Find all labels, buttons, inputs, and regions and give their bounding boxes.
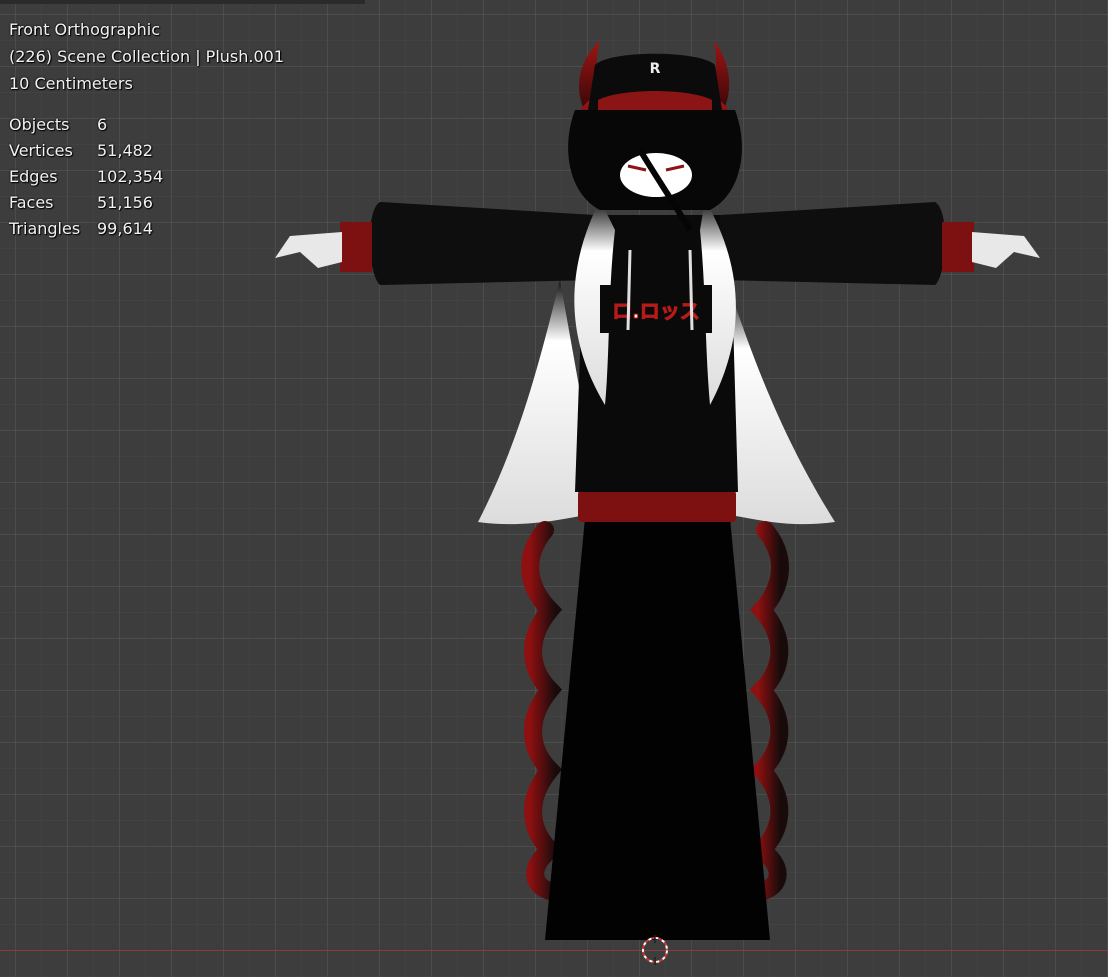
scale-label: 10 Centimeters — [9, 74, 133, 93]
cuff-right — [942, 222, 974, 272]
hand-left — [275, 232, 342, 268]
collection-label: (226) Scene Collection | Plush.001 — [9, 47, 285, 66]
cuff-left — [340, 222, 372, 272]
drawstring-left — [626, 249, 632, 331]
hand-right — [972, 232, 1040, 268]
stat-label-vertices: Vertices — [9, 141, 73, 160]
skirt — [545, 518, 770, 940]
stat-label-faces: Faces — [9, 193, 54, 212]
3d-viewport[interactable]: ロ.ロッス R Front Orthographic (226) Scene C… — [0, 0, 1108, 977]
stat-label-edges: Edges — [9, 167, 58, 186]
3d-cursor-icon[interactable] — [640, 935, 670, 965]
stat-label-triangles: Triangles — [9, 219, 81, 238]
stat-value-objects: 6 — [97, 115, 108, 134]
sleeve-left — [369, 202, 595, 285]
braid-left — [521, 521, 564, 901]
viewport-overlay: Front Orthographic (226) Scene Collectio… — [9, 16, 284, 242]
waistband — [578, 490, 736, 522]
drawstring-right — [688, 249, 694, 331]
hoodie-print: ロ.ロッス — [600, 285, 712, 333]
stat-value-faces: 51,156 — [97, 193, 153, 212]
cap-logo-text: R — [650, 61, 661, 77]
scene-statistics: Objects 6 Vertices 51,482 Edges 102,354 … — [9, 112, 284, 242]
stat-label-objects: Objects — [9, 115, 70, 134]
hoodie-print-text: ロ.ロッス — [612, 299, 700, 323]
hair-back — [478, 280, 585, 525]
braid-right — [748, 521, 789, 901]
sleeve-right — [720, 202, 946, 285]
hair-back-right — [730, 290, 835, 525]
stat-value-vertices: 51,482 — [97, 141, 153, 160]
stat-value-triangles: 99,614 — [97, 219, 153, 238]
view-name: Front Orthographic — [9, 20, 161, 39]
stat-value-edges: 102,354 — [97, 167, 164, 186]
